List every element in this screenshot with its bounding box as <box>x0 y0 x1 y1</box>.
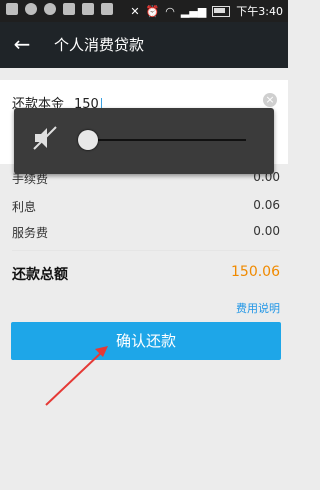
battery-icon <box>212 5 231 17</box>
fee-value: 0.06 <box>253 198 280 212</box>
fee-explanation-link[interactable]: 费用说明 <box>236 300 280 316</box>
volume-slider-track[interactable] <box>96 139 246 141</box>
clear-icon[interactable]: × <box>263 93 277 107</box>
confirm-repayment-button[interactable]: 确认还款 <box>11 322 281 360</box>
fee-value: 0.00 <box>253 224 280 238</box>
app-notification-icon <box>6 3 18 15</box>
total-value: 150.06 <box>231 264 280 280</box>
alarm-icon: ⏰ <box>145 4 160 18</box>
title-bar: ← 个人消费贷款 <box>0 22 288 68</box>
total-label: 还款总额 <box>12 267 68 283</box>
cloud-icon <box>63 3 75 15</box>
signal-app-icon <box>82 3 94 15</box>
status-time: 下午3:40 <box>236 5 283 18</box>
sync-icon <box>44 3 56 15</box>
system-icons: ✕ ⏰ ◠ ▂▄▆ 下午3:40 <box>130 3 283 19</box>
volume-slider-knob[interactable] <box>78 130 98 150</box>
cat-icon <box>101 3 113 15</box>
page-title: 个人消费贷款 <box>54 36 145 54</box>
fee-label: 利息 <box>12 200 37 214</box>
mute-icon[interactable] <box>32 124 60 152</box>
fee-label: 服务费 <box>12 226 49 240</box>
divider <box>12 250 280 251</box>
wifi-icon: ◠ <box>165 4 175 18</box>
annotation-arrow <box>45 346 108 406</box>
arrow-left-icon[interactable]: ← <box>10 32 34 56</box>
chat-notification-icon <box>25 3 37 15</box>
cellular-signal-icon: ▂▄▆ <box>180 4 207 18</box>
status-bar: ✕ ⏰ ◠ ▂▄▆ 下午3:40 <box>0 0 288 22</box>
mute-vibrate-icon: ✕ <box>130 4 140 18</box>
notification-icons <box>6 3 113 15</box>
volume-popup <box>14 108 274 174</box>
